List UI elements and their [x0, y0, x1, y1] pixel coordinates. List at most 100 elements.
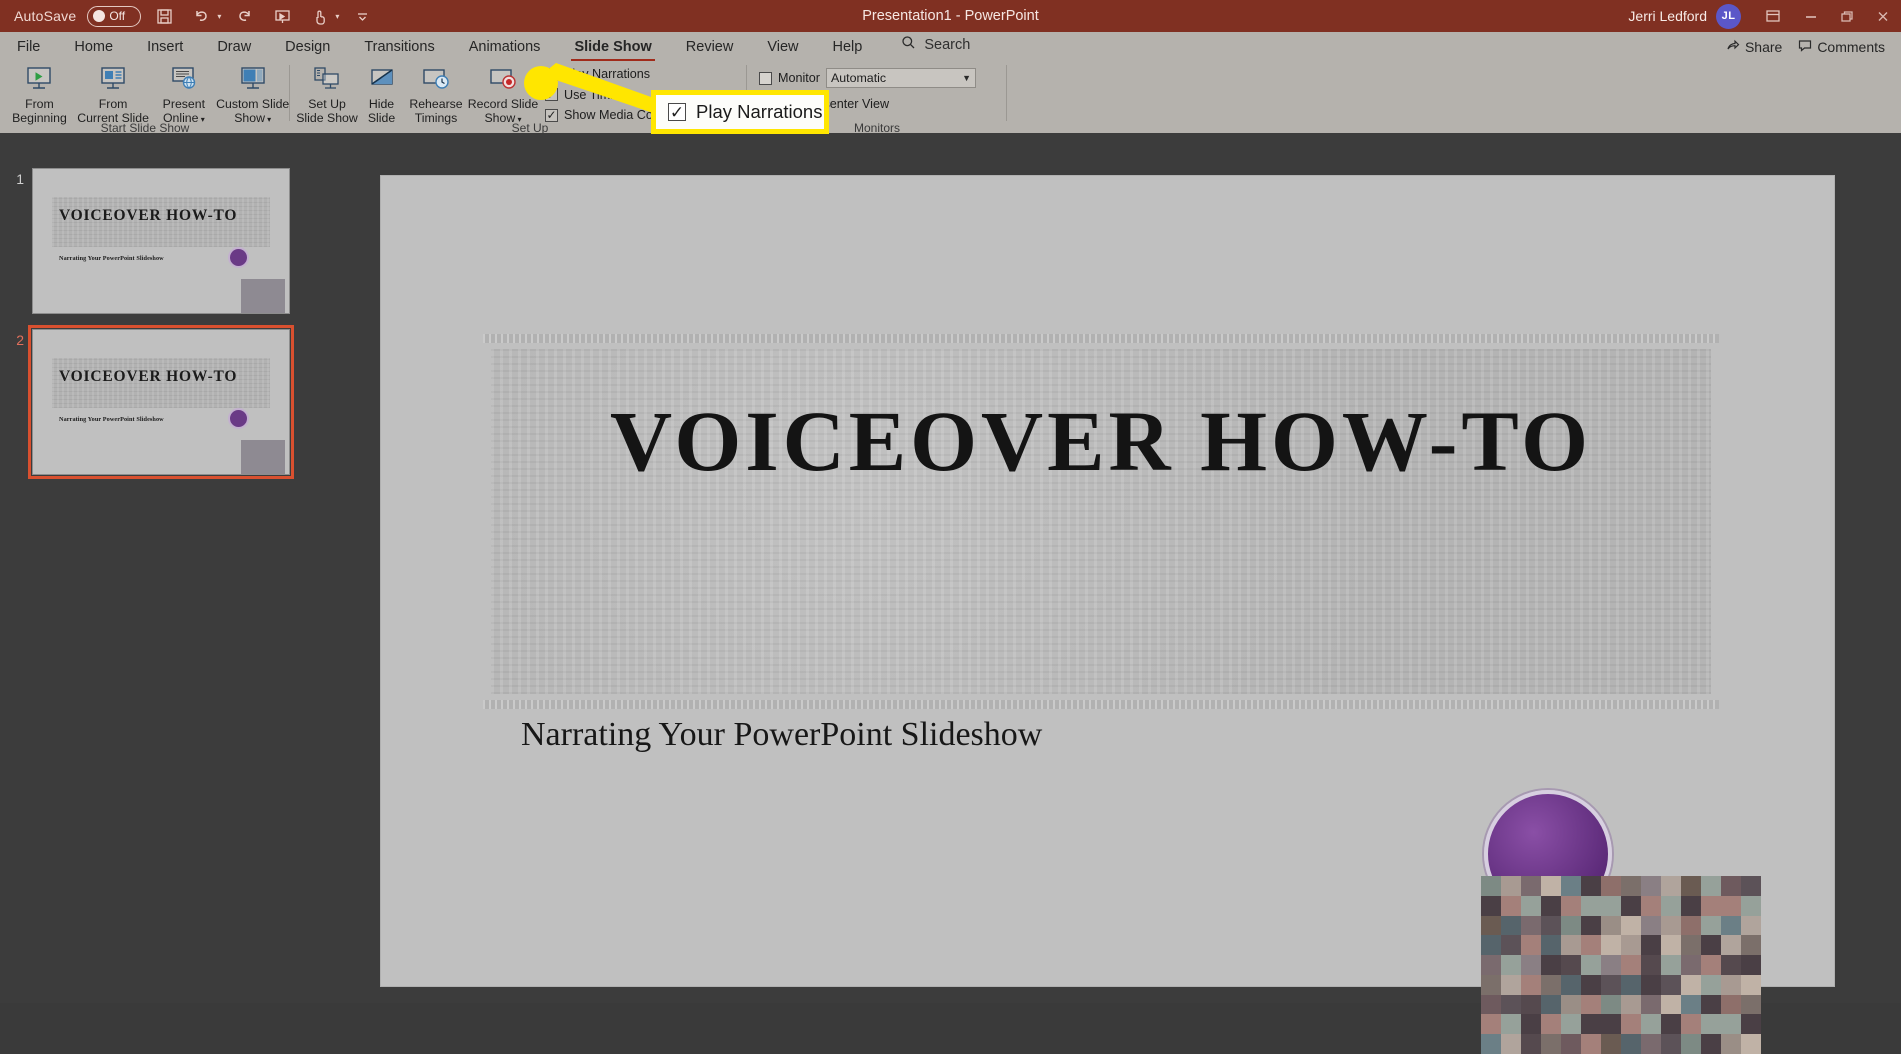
camera-pixel: [1741, 876, 1761, 897]
hide-slide-button[interactable]: Hide Slide: [358, 61, 405, 125]
camera-pixel: [1521, 935, 1542, 957]
show-media-controls-checkbox-box[interactable]: ✓: [545, 108, 558, 122]
minimize-button[interactable]: [1793, 0, 1829, 32]
slide-thumbnail-2[interactable]: 2 VOICEOVER HOW-TO Narrating Your PowerP…: [6, 325, 294, 479]
camera-pixel: [1701, 955, 1722, 976]
avatar[interactable]: JL: [1716, 3, 1741, 29]
check-icon: ✓: [546, 108, 557, 122]
slide-thumbnail-2-preview[interactable]: VOICEOVER HOW-TO Narrating Your PowerPoi…: [28, 325, 294, 479]
tab-review[interactable]: Review: [669, 39, 751, 61]
set-up-slide-show-label-2: Slide Show: [296, 110, 358, 125]
redo-icon[interactable]: [229, 3, 259, 29]
autosave-toggle-knob: [93, 10, 106, 22]
present-online-button[interactable]: Present Online ▾: [152, 61, 215, 126]
camera-pixel: [1721, 935, 1742, 957]
slide-thumbnail-1-preview[interactable]: VOICEOVER HOW-TO Narrating Your PowerPoi…: [32, 168, 290, 314]
comments-button[interactable]: Comments: [1798, 39, 1885, 55]
tab-design[interactable]: Design: [268, 39, 347, 61]
camera-pixel: [1681, 895, 1702, 917]
camera-pixel: [1561, 876, 1582, 897]
camera-pixel: [1561, 1034, 1582, 1054]
ribbon-display-options-icon[interactable]: [1753, 0, 1793, 32]
slide-canvas[interactable]: VOICEOVER HOW-TO Narrating Your PowerPoi…: [380, 175, 1835, 1054]
tab-slide-show[interactable]: Slide Show: [557, 39, 668, 61]
camera-pixel: [1641, 974, 1662, 996]
search-box[interactable]: Search: [879, 35, 970, 61]
tab-file[interactable]: File: [0, 39, 57, 61]
camera-pixel: [1641, 876, 1662, 897]
camera-pixel: [1741, 974, 1761, 996]
camera-pixel: [1521, 876, 1542, 897]
chevron-down-icon[interactable]: ▼: [962, 73, 971, 83]
camera-pixel: [1581, 955, 1602, 976]
share-button[interactable]: Share: [1726, 39, 1782, 55]
camera-pixel: [1621, 895, 1642, 917]
camera-pixel: [1521, 915, 1542, 937]
camera-pixel: [1541, 935, 1562, 957]
callout-checkbox[interactable]: ✓: [668, 103, 686, 121]
group-divider: [1006, 65, 1007, 121]
camera-pixel: [1581, 994, 1602, 1016]
custom-slide-show-button[interactable]: Custom Slide Show ▾: [215, 61, 290, 126]
slide-thumbnail-1[interactable]: 1 VOICEOVER HOW-TO Narrating Your PowerP…: [6, 168, 290, 314]
close-button[interactable]: [1865, 0, 1901, 32]
rehearse-timings-button[interactable]: Rehearse Timings: [405, 61, 467, 125]
camera-pixel: [1741, 1014, 1761, 1036]
tab-draw[interactable]: Draw: [200, 39, 268, 61]
undo-dropdown-caret-icon[interactable]: ▾: [217, 12, 221, 21]
tab-home[interactable]: Home: [57, 39, 130, 61]
camera-preview[interactable]: [1481, 876, 1761, 1054]
camera-pixel: [1661, 915, 1682, 937]
camera-pixel: [1641, 915, 1662, 937]
from-beginning-button[interactable]: From Beginning: [5, 61, 74, 125]
camera-pixel: [1541, 1014, 1562, 1036]
from-current-slide-icon: [98, 65, 128, 95]
from-current-slide-button[interactable]: From Current Slide: [74, 61, 152, 125]
tab-help[interactable]: Help: [816, 39, 880, 61]
touch-mode-caret-icon[interactable]: ▾: [335, 12, 339, 21]
camera-pixel: [1561, 974, 1582, 996]
customize-quick-access-toolbar-icon[interactable]: [347, 3, 377, 29]
present-online-label-1: Present: [162, 97, 206, 111]
camera-pixel: [1661, 935, 1682, 957]
autosave-state-label: Off: [109, 9, 126, 23]
band-edge-top: [483, 334, 1719, 343]
save-icon[interactable]: [149, 3, 179, 29]
undo-icon[interactable]: [187, 3, 217, 29]
autosave-toggle[interactable]: Off: [87, 5, 142, 27]
ribbon: From Beginning From Current Slide Presen…: [0, 61, 1901, 135]
rehearse-timings-icon: [421, 65, 451, 95]
camera-pixel: [1601, 955, 1622, 976]
camera-pixel: [1541, 915, 1562, 937]
tab-transitions[interactable]: Transitions: [347, 39, 451, 61]
present-icon[interactable]: [267, 3, 297, 29]
tab-insert[interactable]: Insert: [130, 39, 200, 61]
camera-pixel: [1641, 1034, 1662, 1054]
play-narrations-checkbox[interactable]: ✓ Play Narrations: [545, 67, 684, 81]
slide-subtitle[interactable]: Narrating Your PowerPoint Slideshow: [521, 716, 1042, 754]
camera-pixel: [1561, 1014, 1582, 1036]
tab-view[interactable]: View: [750, 39, 815, 61]
camera-pixel: [1481, 935, 1502, 957]
camera-pixel: [1501, 1014, 1522, 1036]
hide-slide-label-1: Hide: [368, 97, 395, 111]
monitor-label: Monitor: [778, 71, 820, 85]
record-slide-show-label-1: Record Slide: [467, 97, 539, 111]
camera-pixel: [1721, 876, 1742, 897]
restore-button[interactable]: [1829, 0, 1865, 32]
ribbon-tab-strip: File Home Insert Draw Design Transitions…: [0, 32, 1901, 61]
camera-pixel: [1601, 915, 1622, 937]
camera-pixel: [1621, 1034, 1642, 1054]
hide-slide-icon: [367, 65, 397, 95]
slide-thumbnail-pane[interactable]: 1 VOICEOVER HOW-TO Narrating Your PowerP…: [0, 133, 309, 1003]
tab-animations[interactable]: Animations: [452, 39, 558, 61]
monitor-checkbox[interactable]: [759, 71, 772, 85]
set-up-slide-show-button[interactable]: Set Up Slide Show: [296, 61, 358, 125]
camera-pixel: [1581, 876, 1602, 897]
camera-pixel: [1681, 876, 1702, 897]
slide-thumbnail-2-title: VOICEOVER HOW-TO: [59, 368, 238, 385]
monitor-select[interactable]: Automatic ▼: [826, 68, 976, 88]
camera-pixel: [1521, 1034, 1542, 1054]
slide-title[interactable]: VOICEOVER HOW-TO: [521, 398, 1681, 484]
touch-mode-icon[interactable]: [305, 3, 335, 29]
